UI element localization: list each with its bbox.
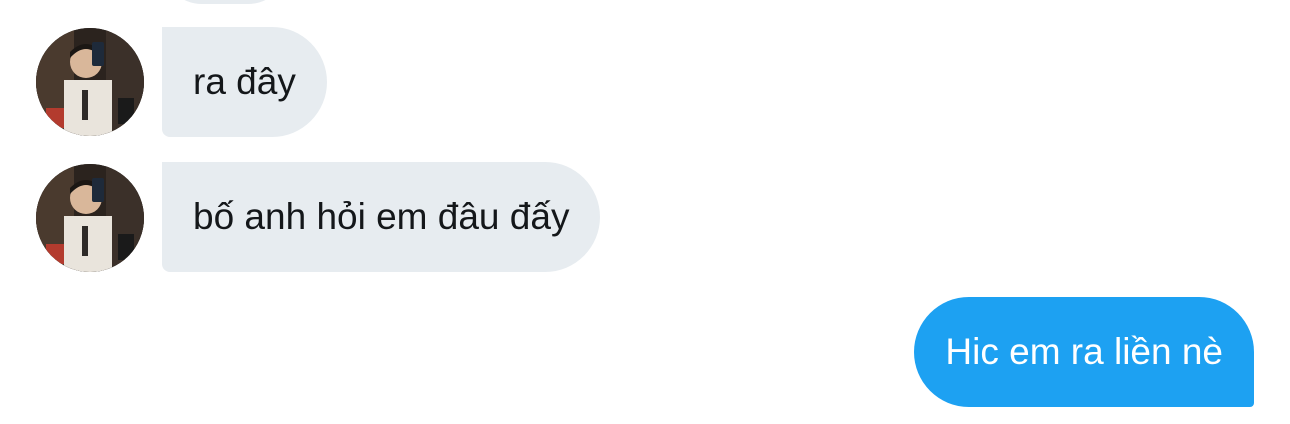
avatar-photo-icon	[36, 28, 144, 136]
avatar[interactable]	[36, 28, 144, 136]
message-bubble-incoming-partial[interactable]	[162, 0, 288, 4]
message-thread: ra đây bố anh hỏi em đâu đấy Hic em ra l…	[0, 0, 1290, 424]
message-bubble-incoming[interactable]: ra đây	[162, 27, 327, 137]
message-bubble-incoming[interactable]: bố anh hỏi em đâu đấy	[162, 162, 601, 272]
avatar-photo-icon	[36, 164, 144, 272]
avatar[interactable]	[36, 164, 144, 272]
message-bubble-outgoing[interactable]: Hic em ra liền nè	[914, 297, 1254, 407]
